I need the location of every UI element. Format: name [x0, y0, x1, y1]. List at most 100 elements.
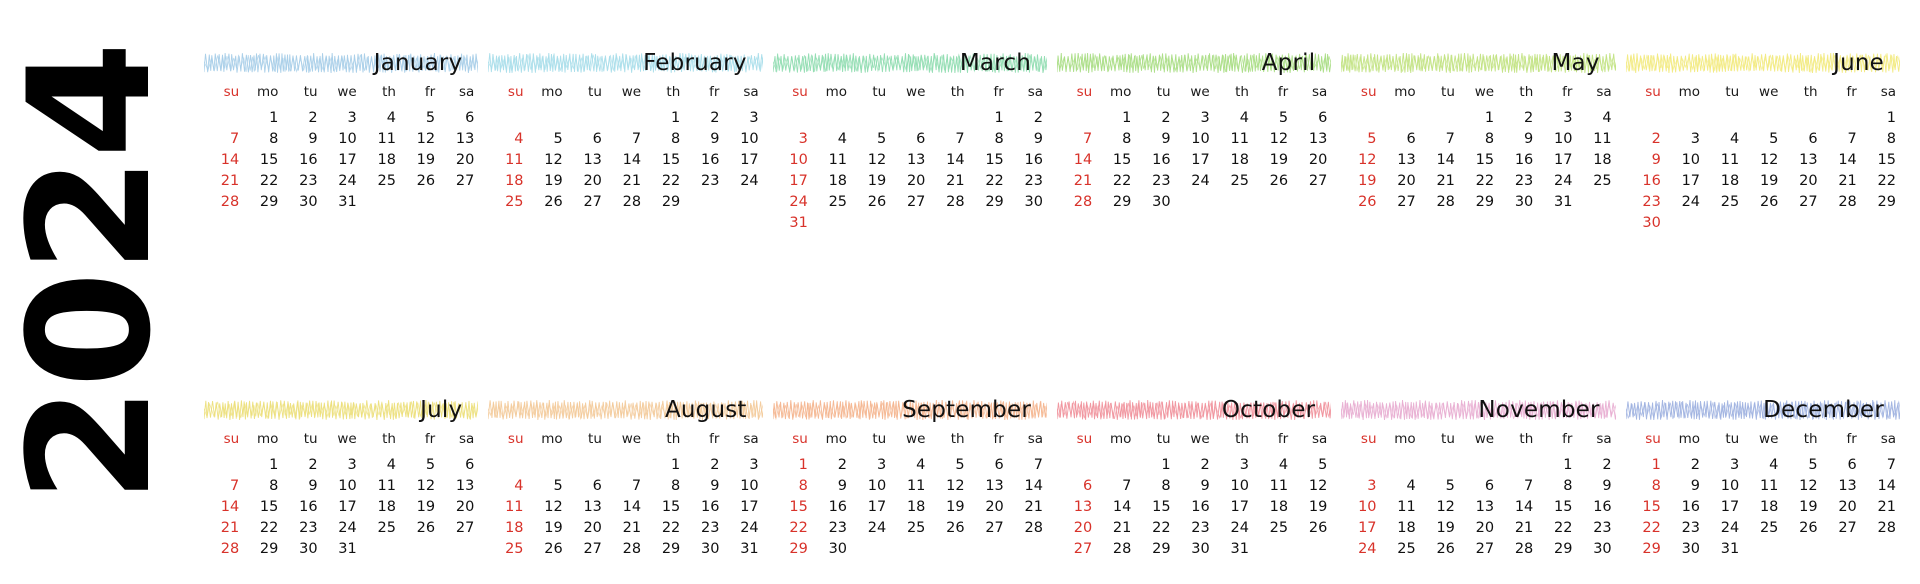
day-cell[interactable]: 24	[1341, 538, 1380, 559]
day-cell[interactable]: 15	[243, 149, 282, 170]
day-cell[interactable]: 11	[361, 128, 400, 149]
day-cell[interactable]: 2	[1665, 454, 1704, 475]
day-cell[interactable]: 1	[1626, 454, 1665, 475]
day-cell[interactable]: 29	[1135, 538, 1174, 559]
day-cell[interactable]: 25	[1214, 170, 1253, 191]
day-cell[interactable]: 11	[1743, 475, 1782, 496]
day-cell[interactable]: 9	[282, 475, 321, 496]
day-cell[interactable]: 14	[929, 149, 968, 170]
day-cell[interactable]: 14	[606, 496, 645, 517]
day-cell[interactable]: 27	[567, 538, 606, 559]
day-cell[interactable]: 1	[243, 107, 282, 128]
day-cell[interactable]: 15	[645, 149, 684, 170]
day-cell[interactable]: 7	[1420, 128, 1459, 149]
day-cell[interactable]: 26	[1743, 191, 1782, 212]
day-cell[interactable]: 26	[528, 538, 567, 559]
day-cell[interactable]: 29	[773, 538, 812, 559]
day-cell[interactable]: 27	[969, 517, 1008, 538]
day-cell[interactable]: 17	[723, 149, 762, 170]
day-cell[interactable]: 8	[1135, 475, 1174, 496]
day-cell[interactable]: 14	[1498, 496, 1537, 517]
day-cell[interactable]: 14	[1096, 496, 1135, 517]
day-cell[interactable]: 19	[1743, 170, 1782, 191]
day-cell[interactable]: 16	[812, 496, 851, 517]
day-cell[interactable]: 22	[243, 170, 282, 191]
day-cell[interactable]: 4	[361, 107, 400, 128]
day-cell[interactable]: 14	[1861, 475, 1900, 496]
day-cell[interactable]: 4	[488, 128, 527, 149]
day-cell[interactable]: 12	[400, 128, 439, 149]
day-cell[interactable]: 29	[1459, 191, 1498, 212]
day-cell[interactable]: 25	[488, 191, 527, 212]
day-cell[interactable]: 14	[606, 149, 645, 170]
day-cell[interactable]: 10	[1175, 128, 1214, 149]
day-cell[interactable]: 28	[606, 191, 645, 212]
day-cell[interactable]: 9	[1175, 475, 1214, 496]
day-cell[interactable]: 1	[1135, 454, 1174, 475]
day-cell[interactable]: 13	[567, 496, 606, 517]
day-cell[interactable]: 26	[1782, 517, 1821, 538]
day-cell[interactable]: 19	[1292, 496, 1331, 517]
day-cell[interactable]: 6	[1459, 475, 1498, 496]
day-cell[interactable]: 22	[243, 517, 282, 538]
day-cell[interactable]: 12	[528, 149, 567, 170]
day-cell[interactable]: 14	[1008, 475, 1047, 496]
day-cell[interactable]: 8	[1096, 128, 1135, 149]
day-cell[interactable]: 27	[1057, 538, 1096, 559]
day-cell[interactable]: 22	[645, 517, 684, 538]
day-cell[interactable]: 3	[322, 107, 361, 128]
day-cell[interactable]: 23	[1626, 191, 1665, 212]
day-cell[interactable]: 4	[890, 454, 929, 475]
day-cell[interactable]: 12	[528, 496, 567, 517]
day-cell[interactable]: 1	[645, 454, 684, 475]
day-cell[interactable]: 22	[1096, 170, 1135, 191]
day-cell[interactable]: 25	[488, 538, 527, 559]
day-cell[interactable]: 26	[1292, 517, 1331, 538]
day-cell[interactable]: 6	[439, 107, 478, 128]
day-cell[interactable]: 30	[282, 538, 321, 559]
day-cell[interactable]: 21	[1057, 170, 1096, 191]
day-cell[interactable]: 13	[439, 475, 478, 496]
day-cell[interactable]: 10	[723, 128, 762, 149]
day-cell[interactable]: 12	[1420, 496, 1459, 517]
day-cell[interactable]: 24	[1537, 170, 1576, 191]
day-cell[interactable]: 3	[723, 454, 762, 475]
day-cell[interactable]: 8	[243, 475, 282, 496]
day-cell[interactable]: 2	[282, 107, 321, 128]
day-cell[interactable]: 6	[1822, 454, 1861, 475]
day-cell[interactable]: 9	[1665, 475, 1704, 496]
day-cell[interactable]: 29	[645, 191, 684, 212]
day-cell[interactable]: 31	[723, 538, 762, 559]
day-cell[interactable]: 9	[1008, 128, 1047, 149]
day-cell[interactable]: 5	[1420, 475, 1459, 496]
day-cell[interactable]: 13	[1057, 496, 1096, 517]
day-cell[interactable]: 18	[488, 170, 527, 191]
day-cell[interactable]: 16	[1175, 496, 1214, 517]
day-cell[interactable]: 7	[1861, 454, 1900, 475]
day-cell[interactable]: 11	[1704, 149, 1743, 170]
day-cell[interactable]: 26	[400, 170, 439, 191]
day-cell[interactable]: 25	[890, 517, 929, 538]
day-cell[interactable]: 7	[1057, 128, 1096, 149]
day-cell[interactable]: 20	[1459, 517, 1498, 538]
day-cell[interactable]: 20	[1292, 149, 1331, 170]
day-cell[interactable]: 8	[1537, 475, 1576, 496]
day-cell[interactable]: 20	[1057, 517, 1096, 538]
day-cell[interactable]: 4	[812, 128, 851, 149]
day-cell[interactable]: 11	[1381, 496, 1420, 517]
day-cell[interactable]: 18	[361, 149, 400, 170]
day-cell[interactable]: 12	[1743, 149, 1782, 170]
day-cell[interactable]: 4	[1743, 454, 1782, 475]
day-cell[interactable]: 28	[606, 538, 645, 559]
day-cell[interactable]: 23	[282, 170, 321, 191]
day-cell[interactable]: 30	[1576, 538, 1615, 559]
day-cell[interactable]: 2	[684, 454, 723, 475]
day-cell[interactable]: 31	[1704, 538, 1743, 559]
day-cell[interactable]: 18	[1214, 149, 1253, 170]
day-cell[interactable]: 18	[361, 496, 400, 517]
day-cell[interactable]: 30	[1498, 191, 1537, 212]
day-cell[interactable]: 16	[1626, 170, 1665, 191]
day-cell[interactable]: 22	[1861, 170, 1900, 191]
day-cell[interactable]: 19	[400, 149, 439, 170]
day-cell[interactable]: 30	[282, 191, 321, 212]
